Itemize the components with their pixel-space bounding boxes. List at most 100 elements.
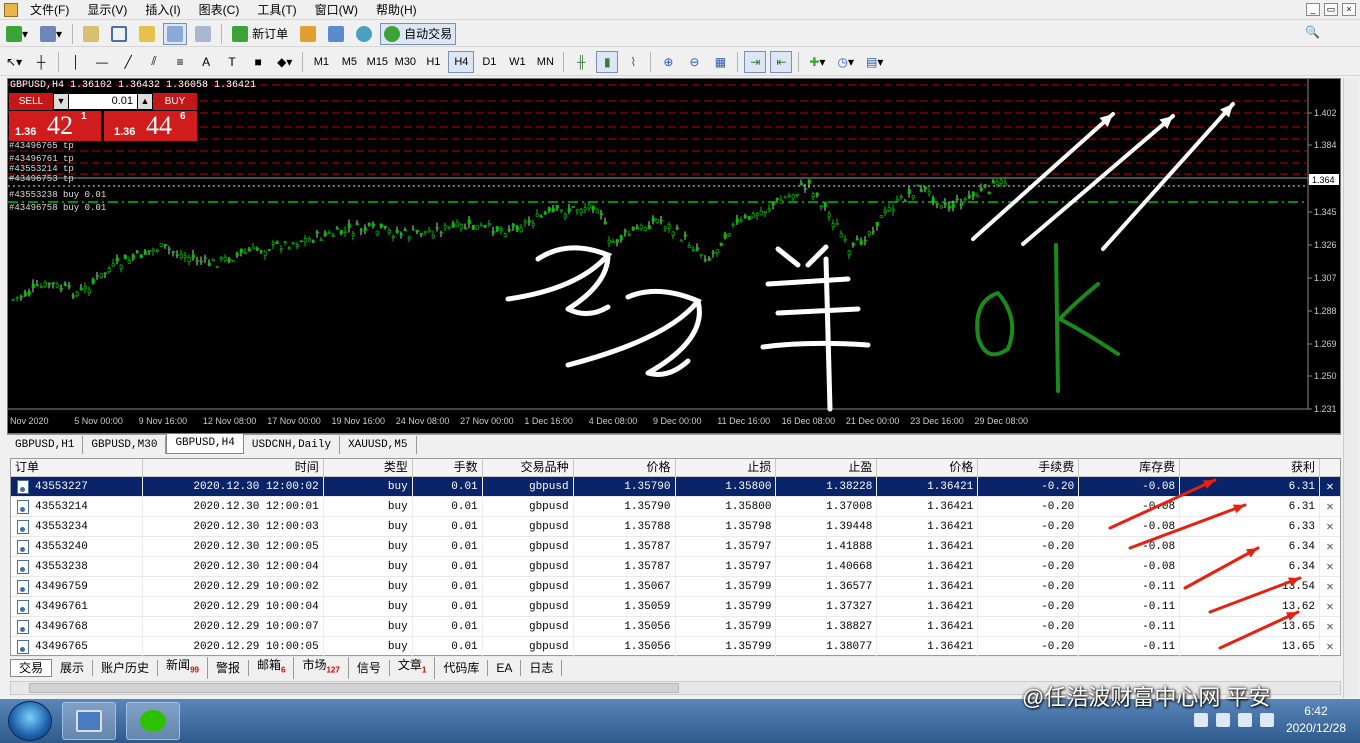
terminal-tab[interactable]: 新闻99 (158, 657, 208, 679)
table-row[interactable]: 43553227 2020.12.30 12:00:02 buy 0.01 gbpusd… (11, 477, 1340, 497)
trendline-tool[interactable]: ╱ (117, 51, 139, 73)
periods-button[interactable]: ◷ ▾ (833, 51, 858, 73)
chart-tab[interactable]: XAUUSD,M5 (340, 436, 417, 454)
timeframe-w1[interactable]: W1 (504, 51, 530, 73)
profiles-button[interactable]: ▾ (36, 23, 66, 45)
text-tool[interactable]: A (195, 51, 217, 73)
terminal-tab[interactable]: 文章1 (390, 657, 436, 679)
sell-button[interactable]: SELL (9, 93, 53, 110)
fibonacci-tool[interactable]: ≡ (169, 51, 191, 73)
tester-button[interactable] (191, 23, 215, 45)
bar-chart-button[interactable]: ╫ (570, 51, 592, 73)
candlestick-button[interactable]: ▮ (596, 50, 619, 73)
vps-button[interactable] (352, 23, 376, 45)
chart-tab[interactable]: USDCNH,Daily (244, 436, 341, 454)
vertical-scrollbar[interactable] (1343, 78, 1357, 698)
auto-trading-button[interactable]: 自动交易 (380, 22, 457, 45)
new-order-button[interactable]: 新订单 (228, 23, 292, 45)
terminal-tab[interactable]: 市场127 (294, 657, 349, 679)
chart-tab[interactable]: GBPUSD,H1 (7, 436, 84, 454)
zoom-out-button[interactable]: ⊖ (683, 51, 705, 73)
close-order-button[interactable]: ✕ (1320, 577, 1340, 596)
close-order-button[interactable]: ✕ (1320, 637, 1340, 656)
taskbar-clock[interactable]: 6:42 2020/12/28 (1286, 703, 1346, 737)
close-order-button[interactable]: ✕ (1320, 517, 1340, 536)
column-header[interactable]: 交易品种 (483, 459, 574, 476)
navigator-button[interactable] (135, 23, 159, 45)
crosshair-tool[interactable]: ┼ (30, 51, 52, 73)
scrollbar-thumb[interactable] (29, 683, 679, 693)
close-order-button[interactable]: ✕ (1320, 617, 1340, 636)
column-header[interactable]: 止损 (676, 459, 777, 476)
table-row[interactable]: 43496768 2020.12.29 10:00:07 buy 0.01 gbpusd… (11, 617, 1340, 637)
templates-button[interactable]: ▤ ▾ (862, 51, 887, 73)
timeframe-h1[interactable]: H1 (420, 51, 446, 73)
price-chart[interactable]: 1.402 1.384 1.364 1.345 1.326 1.307 1.288 1.269… (8, 79, 1340, 433)
line-chart-button[interactable]: ⌇ (622, 51, 644, 73)
community-button[interactable] (324, 23, 348, 45)
terminal-button[interactable] (163, 22, 188, 45)
shapes-tool[interactable]: ◆ ▾ (273, 51, 296, 73)
table-row[interactable]: 43553238 2020.12.30 12:00:04 buy 0.01 gbpusd… (11, 557, 1340, 577)
terminal-tab[interactable]: 展示 (52, 660, 94, 676)
column-header[interactable]: 手续费 (978, 459, 1080, 476)
search-icon[interactable]: 🔍 (1305, 25, 1320, 39)
zoom-in-button[interactable]: ⊕ (657, 51, 679, 73)
chart-tab[interactable]: GBPUSD,H4 (166, 434, 244, 454)
menu-tools[interactable]: 工具(T) (248, 0, 305, 20)
rectangle-tool[interactable]: ■ (247, 51, 269, 73)
minimize-button[interactable]: _ (1306, 3, 1320, 16)
terminal-tab[interactable]: 信号 (349, 660, 390, 676)
column-header[interactable]: 类型 (324, 459, 413, 476)
start-button[interactable] (8, 701, 52, 741)
display-icon[interactable] (1260, 713, 1274, 727)
sell-price-box[interactable]: 1.36 42 1 (9, 111, 101, 141)
terminal-tab[interactable]: 邮箱6 (249, 657, 295, 679)
chart-shift-button[interactable]: ⇤ (770, 50, 793, 73)
table-row[interactable]: 43496765 2020.12.29 10:00:05 buy 0.01 gbpusd… (11, 637, 1340, 657)
table-row[interactable]: 43553214 2020.12.30 12:00:01 buy 0.01 gbpusd… (11, 497, 1340, 517)
vertical-line-tool[interactable]: │ (65, 51, 87, 73)
terminal-tab[interactable]: 交易 (10, 659, 53, 677)
close-order-button[interactable]: ✕ (1320, 597, 1340, 616)
timeframe-m5[interactable]: M5 (336, 51, 362, 73)
menu-charts[interactable]: 图表(C) (190, 0, 249, 20)
table-row[interactable]: 43553234 2020.12.30 12:00:03 buy 0.01 gbpusd… (11, 517, 1340, 537)
chart-tab[interactable]: GBPUSD,M30 (83, 436, 167, 454)
timeframe-m30[interactable]: M30 (392, 51, 418, 73)
table-row[interactable]: 43496759 2020.12.29 10:00:02 buy 0.01 gbpusd… (11, 577, 1340, 597)
data-window-button[interactable] (107, 23, 131, 45)
column-header[interactable]: 订单 (11, 459, 143, 476)
close-order-button[interactable]: ✕ (1320, 497, 1340, 516)
indicators-button[interactable]: ✚ ▾ (805, 51, 829, 73)
column-header[interactable]: 止盈 (776, 459, 878, 476)
close-order-button[interactable]: ✕ (1320, 537, 1340, 556)
horizontal-line-tool[interactable]: — (91, 51, 113, 73)
column-header[interactable]: 手数 (413, 459, 483, 476)
column-header[interactable]: 价格 (574, 459, 676, 476)
terminal-tab[interactable]: 日志 (521, 660, 563, 676)
tile-windows-button[interactable]: ▦ (709, 51, 731, 73)
market-watch-button[interactable] (79, 23, 103, 45)
close-order-button[interactable]: ✕ (1320, 557, 1340, 576)
label-tool[interactable]: T (221, 51, 243, 73)
new-chart-button[interactable]: ▾ (2, 23, 32, 45)
column-header[interactable]: 时间 (143, 459, 324, 476)
buy-price-box[interactable]: 1.36 44 6 (104, 111, 197, 141)
taskbar-app-mt4[interactable] (62, 702, 116, 740)
cursor-tool[interactable]: ↖ ▾ (2, 51, 26, 73)
taskbar-app-wechat[interactable] (126, 702, 180, 740)
lot-input[interactable]: 0.01 (69, 94, 137, 109)
column-header[interactable]: 价格 (877, 459, 979, 476)
auto-scroll-button[interactable]: ⇥ (744, 50, 767, 73)
lot-down-button[interactable]: ▼ (54, 94, 68, 109)
close-order-button[interactable]: ✕ (1320, 477, 1340, 496)
volume-icon[interactable] (1238, 713, 1252, 727)
shield-icon[interactable] (1194, 713, 1208, 727)
timeframe-mn[interactable]: MN (532, 51, 558, 73)
timeframe-h4[interactable]: H4 (448, 50, 475, 73)
menu-window[interactable]: 窗口(W) (306, 0, 367, 20)
timeframe-d1[interactable]: D1 (476, 51, 502, 73)
metaeditor-button[interactable] (296, 23, 320, 45)
column-header[interactable]: 获利 (1180, 459, 1321, 476)
